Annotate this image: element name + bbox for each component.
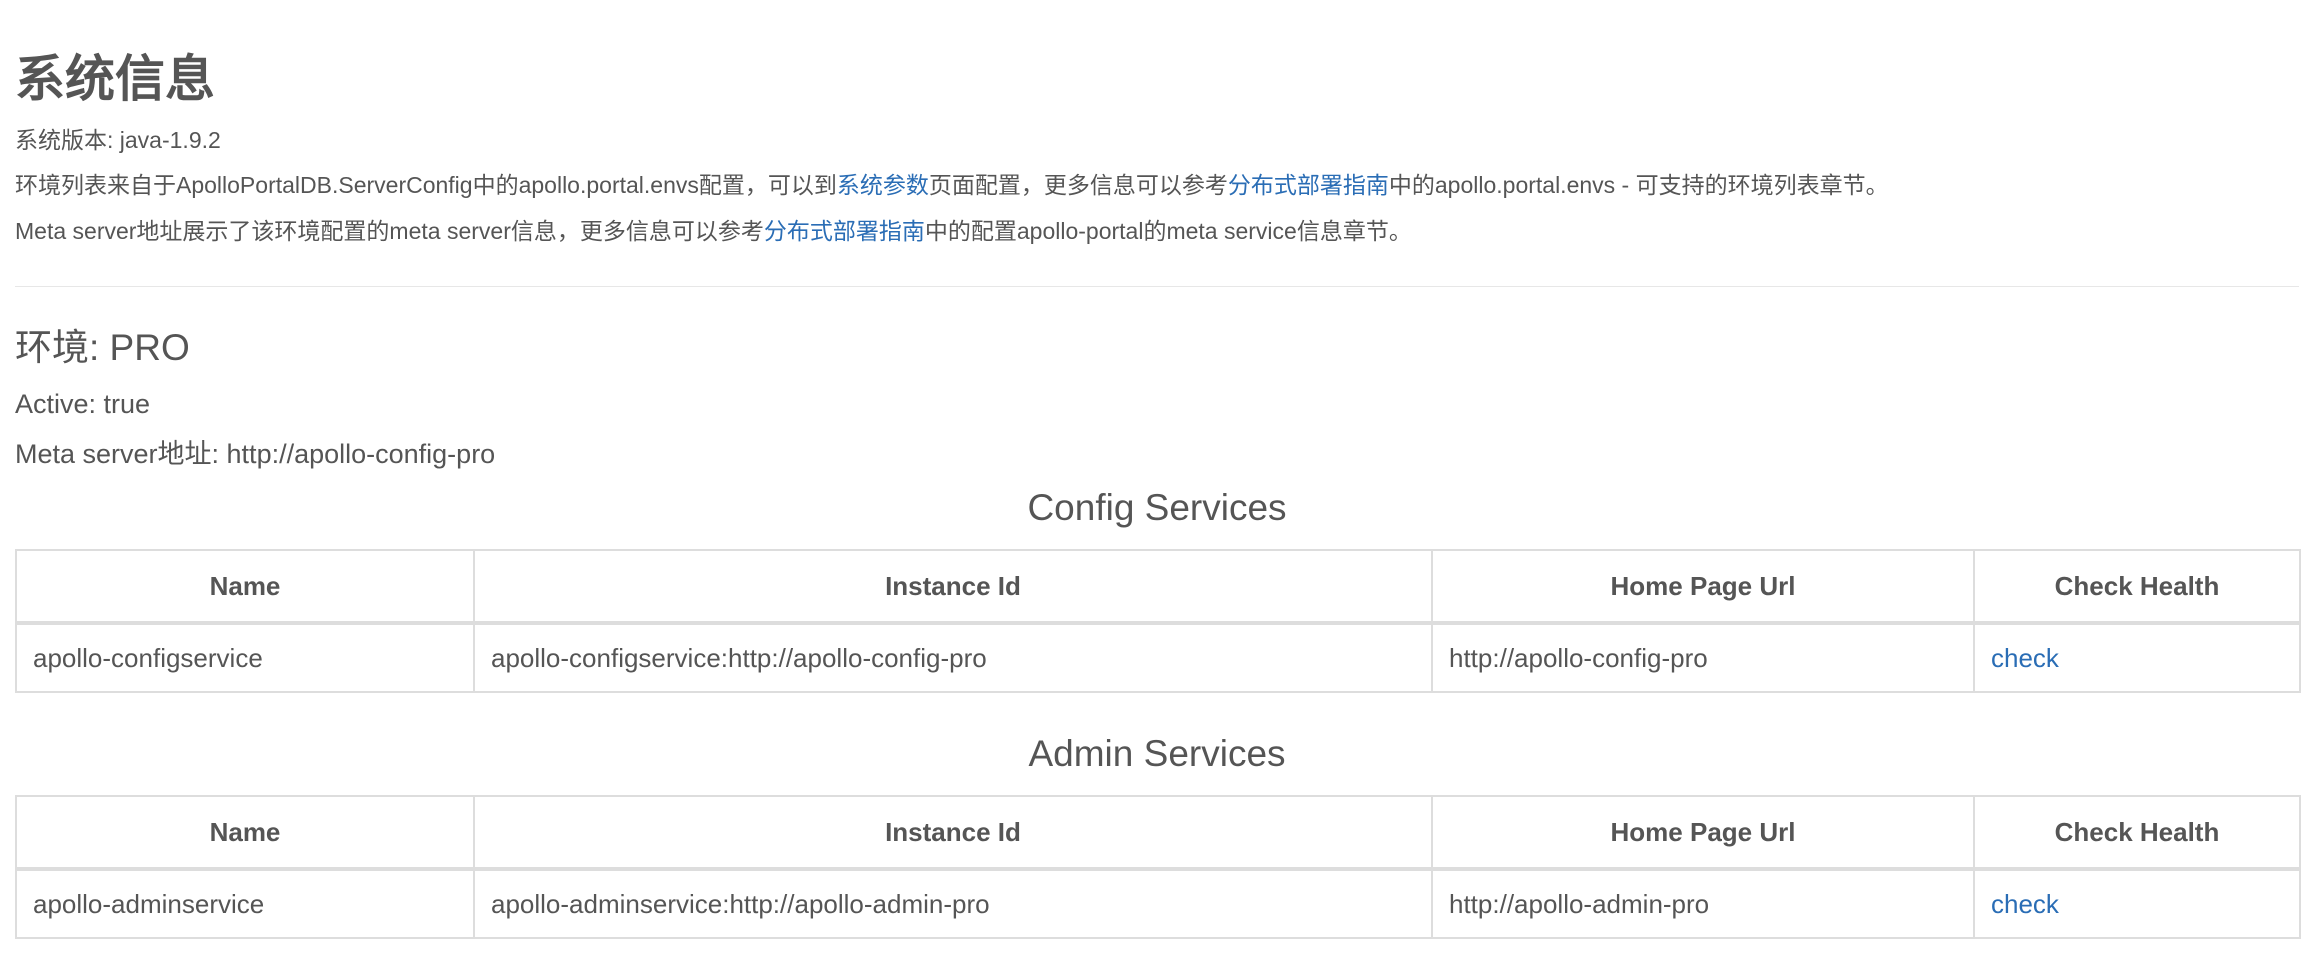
meta-deployment-guide-link[interactable]: 分布式部署指南 (764, 218, 925, 244)
column-header-check-health: Check Health (1973, 795, 2301, 871)
config-services-title: Config Services (1027, 487, 1287, 528)
environment-meta-server: Meta server地址: http://apollo-config-pro (15, 439, 496, 469)
admin-services-table: Name Instance Id Home Page Url Check Hea… (15, 795, 2301, 939)
column-header-instance-id: Instance Id (473, 549, 1433, 625)
page-title: 系统信息 (15, 51, 215, 107)
meta-server-text-suffix: 中的配置apollo-portal的meta service信息章节。 (924, 218, 1412, 244)
table-row: apollo-adminservice apollo-adminservice:… (15, 868, 2301, 939)
check-health-link[interactable]: check (1991, 889, 2059, 919)
service-name-cell: apollo-configservice (15, 622, 475, 693)
column-header-home-page-url: Home Page Url (1431, 549, 1975, 625)
check-health-cell: check (1973, 622, 2301, 693)
instance-id-cell: apollo-configservice:http://apollo-confi… (473, 622, 1433, 693)
check-health-cell: check (1973, 868, 2301, 939)
env-list-info: 环境列表来自于ApolloPortalDB.ServerConfig中的apol… (15, 170, 1889, 200)
table-header-row: Name Instance Id Home Page Url Check Hea… (15, 549, 2301, 625)
deployment-guide-link[interactable]: 分布式部署指南 (1228, 172, 1389, 198)
env-list-text-middle: 页面配置，更多信息可以参考 (928, 172, 1228, 198)
home-page-url-cell: http://apollo-admin-pro (1431, 868, 1975, 939)
config-services-table: Name Instance Id Home Page Url Check Hea… (15, 549, 2301, 693)
column-header-home-page-url: Home Page Url (1431, 795, 1975, 871)
service-name-cell: apollo-adminservice (15, 868, 475, 939)
meta-server-info: Meta server地址展示了该环境配置的meta server信息，更多信息… (15, 216, 1412, 246)
column-header-check-health: Check Health (1973, 549, 2301, 625)
column-header-instance-id: Instance Id (473, 795, 1433, 871)
table-row: apollo-configservice apollo-configservic… (15, 622, 2301, 693)
env-list-text-suffix: 中的apollo.portal.envs - 可支持的环境列表章节。 (1388, 172, 1889, 198)
env-list-text-prefix: 环境列表来自于ApolloPortalDB.ServerConfig中的apol… (15, 172, 837, 198)
column-header-name: Name (15, 795, 475, 871)
meta-server-text-prefix: Meta server地址展示了该环境配置的meta server信息，更多信息… (15, 218, 764, 244)
table-header-row: Name Instance Id Home Page Url Check Hea… (15, 795, 2301, 871)
environment-active: Active: true (15, 389, 151, 419)
section-divider (15, 286, 2299, 287)
instance-id-cell: apollo-adminservice:http://apollo-admin-… (473, 868, 1433, 939)
column-header-name: Name (15, 549, 475, 625)
home-page-url-cell: http://apollo-config-pro (1431, 622, 1975, 693)
admin-services-title: Admin Services (1028, 733, 1286, 774)
system-version: 系统版本: java-1.9.2 (15, 127, 221, 153)
system-params-link[interactable]: 系统参数 (837, 172, 929, 198)
check-health-link[interactable]: check (1991, 643, 2059, 673)
environment-title: 环境: PRO (15, 327, 190, 368)
